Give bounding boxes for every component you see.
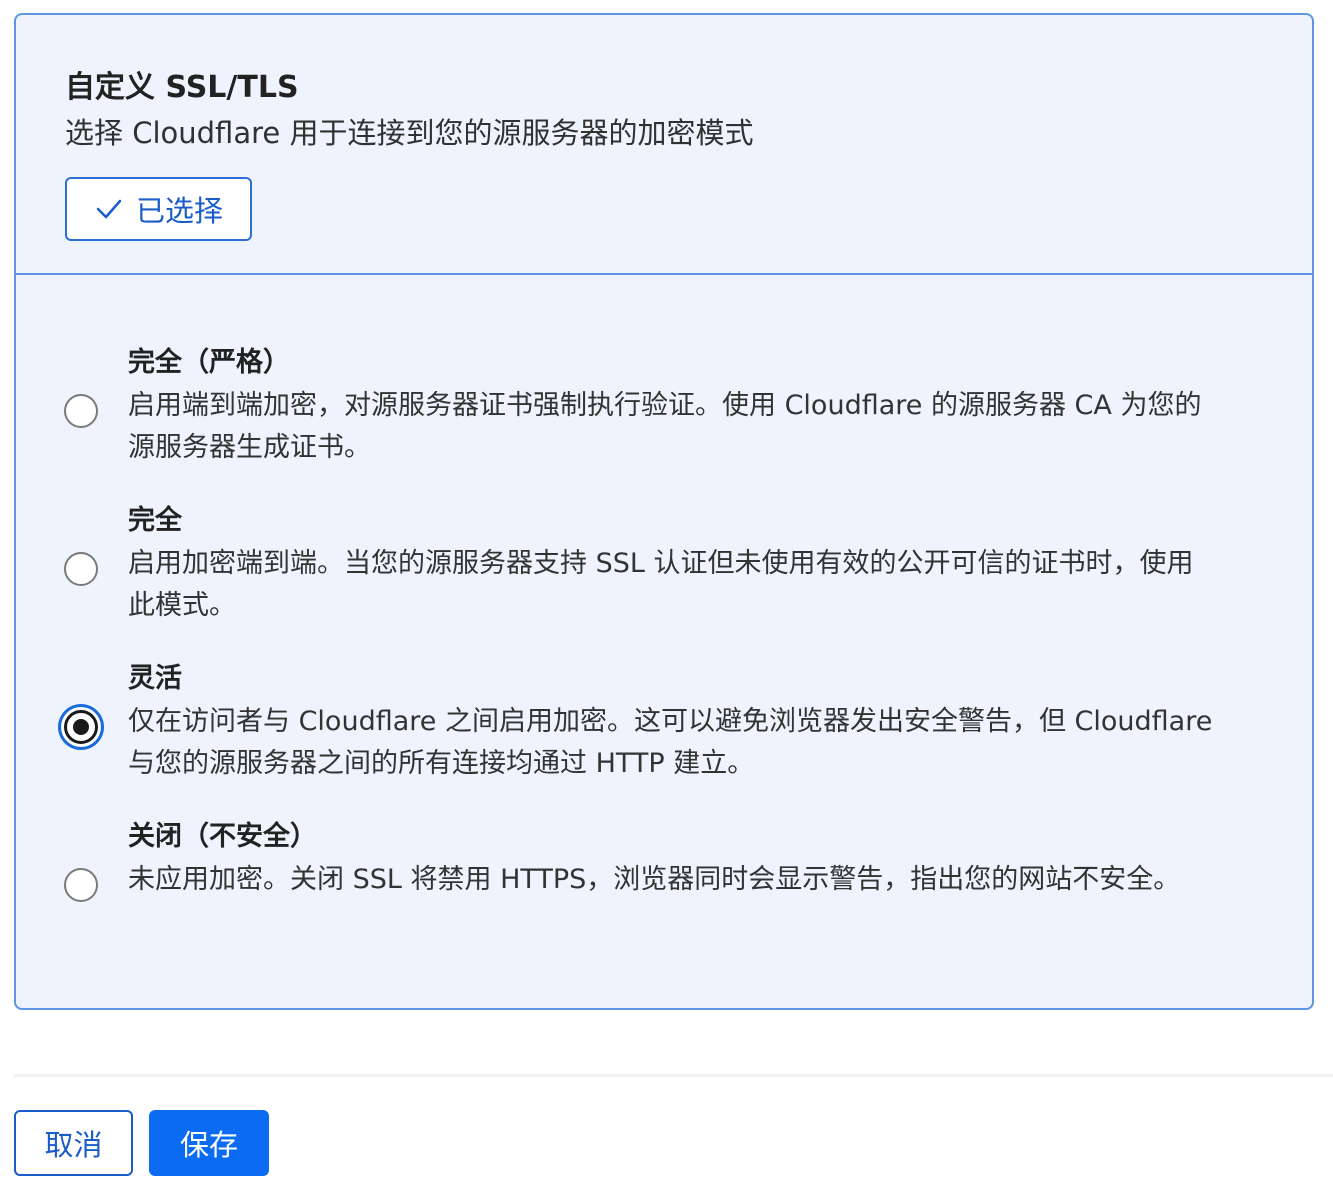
cancel-button[interactable]: 取消	[14, 1110, 133, 1176]
option-text: 完全（严格） 启用端到端加密，对源服务器证书强制执行验证。使用 Cloudfla…	[128, 343, 1228, 469]
option-description-line: 启用端到端加密，对源服务器证书强制执行验证。使用 Cloudflare 的源服务…	[128, 390, 1202, 421]
option-description: 启用端到端加密，对源服务器证书强制执行验证。使用 Cloudflare 的源服务…	[128, 385, 1228, 469]
option-text: 关闭（不安全） 未应用加密。关闭 SSL 将禁用 HTTPS，浏览器同时会显示警…	[128, 817, 1228, 901]
option-title: 完全（严格）	[128, 347, 290, 378]
option-description: 启用加密端到端。当您的源服务器支持 SSL 认证但未使用有效的公开可信的证书时，…	[128, 543, 1228, 627]
option-description-line: 仅在访问者与 Cloudflare 之间启用加密。这可以避免浏览器发出安全警告，…	[128, 706, 1213, 737]
option-description: 未应用加密。关闭 SSL 将禁用 HTTPS，浏览器同时会显示警告，指出您的网站…	[128, 859, 1228, 901]
option-title: 灵活	[128, 663, 182, 694]
radio-off[interactable]	[64, 868, 98, 902]
option-description-line: 启用加密端到端。当您的源服务器支持 SSL 认证但未使用有效的公开可信的证书时，…	[128, 548, 1194, 579]
radio-full-strict[interactable]	[64, 394, 98, 428]
checkmark-icon	[96, 199, 122, 219]
save-button[interactable]: 保存	[149, 1110, 269, 1176]
card-header: 自定义 SSL/TLS 选择 Cloudflare 用于连接到您的源服务器的加密…	[16, 15, 1312, 275]
option-description-line: 未应用加密。关闭 SSL 将禁用 HTTPS，浏览器同时会显示警告，指出您的网站…	[128, 864, 1181, 895]
option-text: 完全 启用加密端到端。当您的源服务器支持 SSL 认证但未使用有效的公开可信的证…	[128, 501, 1228, 627]
card-title: 自定义 SSL/TLS	[65, 70, 299, 105]
option-description: 仅在访问者与 Cloudflare 之间启用加密。这可以避免浏览器发出安全警告，…	[128, 701, 1228, 785]
selected-button[interactable]: 已选择	[65, 177, 252, 241]
option-title: 关闭（不安全）	[128, 821, 317, 852]
ssl-tls-card: 自定义 SSL/TLS 选择 Cloudflare 用于连接到您的源服务器的加密…	[14, 13, 1314, 1010]
card-subtitle: 选择 Cloudflare 用于连接到您的源服务器的加密模式	[65, 116, 754, 150]
selected-label: 已选择	[135, 194, 223, 228]
option-text: 灵活 仅在访问者与 Cloudflare 之间启用加密。这可以避免浏览器发出安全…	[128, 659, 1228, 785]
radio-full[interactable]	[64, 552, 98, 586]
footer-divider	[14, 1074, 1333, 1077]
radio-flexible[interactable]	[64, 710, 98, 744]
option-description-line: 源服务器生成证书。	[128, 432, 371, 463]
option-title: 完全	[128, 505, 182, 536]
option-description-line: 与您的源服务器之间的所有连接均通过 HTTP 建立。	[128, 748, 755, 779]
option-description-line: 此模式。	[128, 590, 236, 621]
